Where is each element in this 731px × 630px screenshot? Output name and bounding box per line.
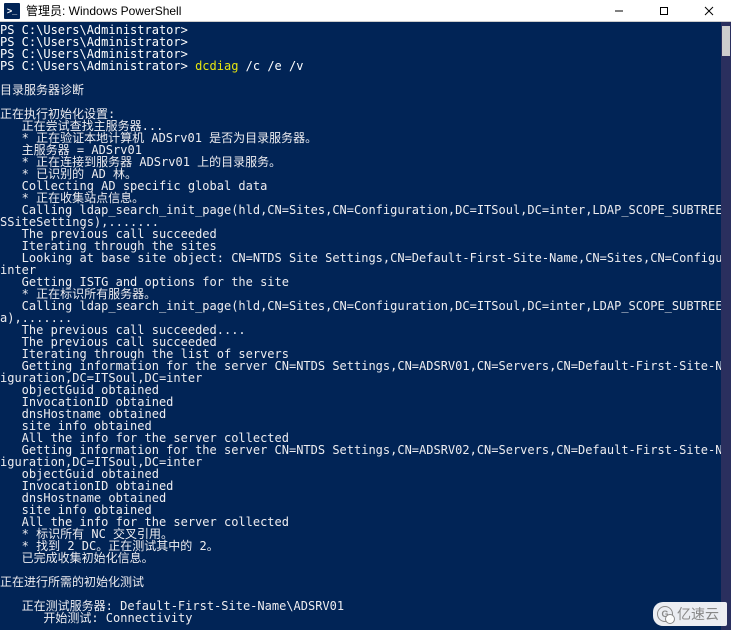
maximize-button[interactable] bbox=[641, 0, 686, 22]
watermark-badge: G 亿速云 bbox=[653, 602, 727, 626]
minimize-icon bbox=[614, 6, 624, 16]
prompt-prefix: PS C:\Users\Administrator> bbox=[0, 59, 195, 73]
vertical-scrollbar[interactable] bbox=[721, 22, 731, 630]
output-line: Calling ldap_search_init_page(hld,CN=Sit… bbox=[0, 299, 721, 313]
output-line: 开始测试: Connectivity bbox=[0, 611, 193, 625]
command-args: /c /e /v bbox=[238, 59, 303, 73]
terminal-output[interactable]: PS C:\Users\Administrator> PS C:\Users\A… bbox=[0, 22, 721, 630]
cloud-icon: G bbox=[657, 606, 673, 622]
output-line: Looking at base site object: CN=NTDS Sit… bbox=[0, 251, 721, 265]
output-line: 已完成收集初始化信息。 bbox=[0, 551, 154, 565]
watermark-text: 亿速云 bbox=[677, 604, 719, 624]
app-icon: >_ bbox=[4, 3, 20, 19]
output-line: 正在进行所需的初始化测试 bbox=[0, 575, 144, 589]
maximize-icon bbox=[659, 6, 669, 16]
command-name: dcdiag bbox=[195, 59, 238, 73]
output-line: 目录服务器诊断 bbox=[0, 83, 84, 97]
window-titlebar: >_ 管理员: Windows PowerShell bbox=[0, 0, 731, 22]
terminal-client: PS C:\Users\Administrator> PS C:\Users\A… bbox=[0, 22, 731, 630]
scrollbar-thumb[interactable] bbox=[722, 26, 730, 56]
minimize-button[interactable] bbox=[596, 0, 641, 22]
close-button[interactable] bbox=[686, 0, 731, 22]
window-title: 管理员: Windows PowerShell bbox=[24, 2, 181, 19]
close-icon bbox=[704, 6, 714, 16]
